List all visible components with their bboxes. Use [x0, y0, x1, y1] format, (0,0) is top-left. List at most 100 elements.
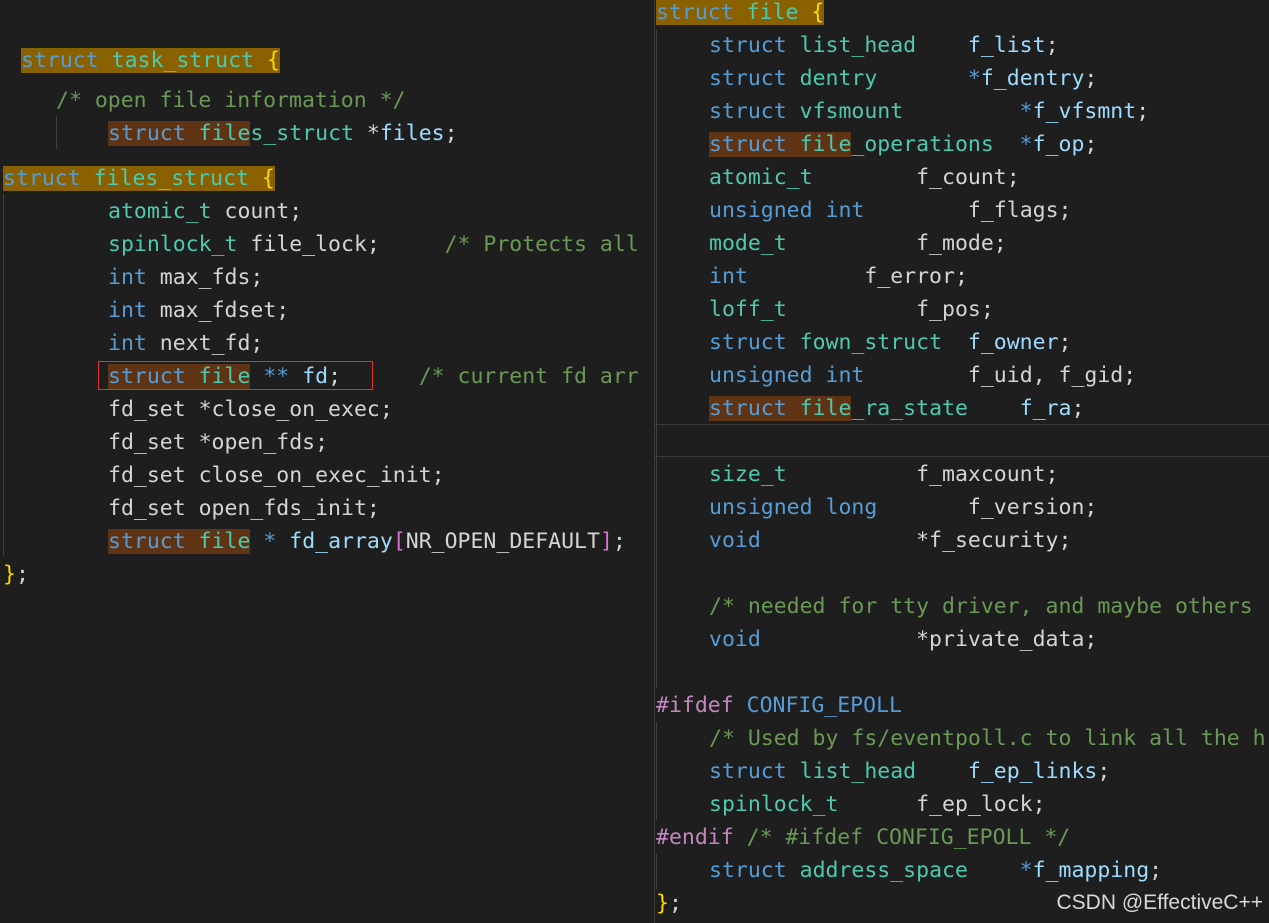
code-line: struct dentry *f_dentry;	[709, 62, 1097, 95]
code-line: #endif /* #ifdef CONFIG_EPOLL */	[656, 821, 1070, 854]
code-token: #ifdef	[656, 693, 734, 718]
code-token: max_fds;	[146, 265, 264, 290]
code-token: files	[379, 121, 445, 146]
code-token: /* needed for tty driver, and maybe othe…	[709, 594, 1253, 619]
code-line: fd_set close_on_exec_init;	[108, 459, 445, 492]
code-line: atomic_t f_count;	[709, 161, 1020, 194]
code-token: files_struct	[93, 166, 249, 191]
code-token: *f_security;	[760, 528, 1072, 553]
code-token: }	[3, 562, 16, 587]
code-token: f_ep_lock;	[838, 792, 1046, 817]
code-token: #endif	[656, 825, 734, 850]
code-token: void	[709, 627, 761, 652]
code-token	[80, 166, 94, 191]
code-token: address_space	[799, 858, 968, 883]
code-token: count;	[211, 199, 303, 224]
code-token: struct	[21, 48, 99, 73]
code-token: loff_t	[709, 297, 787, 322]
code-token: unsigned	[709, 198, 813, 223]
code-line: spinlock_t file_lock; /* Protects all	[108, 228, 639, 261]
code-token: next_fd;	[146, 331, 264, 356]
code-token: file	[198, 529, 251, 554]
code-line: fd_set *open_fds;	[108, 426, 328, 459]
code-token: ;	[612, 529, 626, 554]
indent-guide	[56, 116, 57, 149]
code-token: vfsmount	[799, 99, 904, 124]
code-token: struct	[709, 858, 787, 883]
code-line: unsigned long f_version;	[709, 491, 1097, 524]
code-token: f_vfsmnt	[1032, 99, 1137, 124]
code-line: struct files_struct {	[3, 162, 275, 195]
code-token: task_struct	[111, 48, 255, 73]
code-token: ;	[1097, 759, 1111, 784]
code-token: f_version;	[877, 495, 1098, 520]
code-token: /* #ifdef CONFIG_EPOLL */	[746, 825, 1071, 850]
right-editor-pane[interactable]: struct file { struct list_head f_list; s…	[655, 0, 1269, 923]
code-token: int	[108, 331, 147, 356]
code-token: f_flags;	[864, 198, 1072, 223]
code-token: long	[825, 495, 878, 520]
code-token: void	[709, 528, 761, 553]
code-line: struct fown_struct f_owner;	[709, 326, 1071, 359]
code-line: size_t f_maxcount;	[709, 458, 1059, 491]
code-token: file_lock;	[237, 232, 445, 257]
code-token: _ra_state	[851, 396, 968, 421]
code-token	[185, 529, 199, 554]
code-token: f_uid, f_gid;	[864, 363, 1137, 388]
current-line-highlight	[655, 424, 1269, 457]
code-token: f_list	[967, 33, 1046, 58]
code-token: int	[709, 264, 748, 289]
code-token: list_head	[799, 759, 917, 784]
code-token: fd_set open_fds_init;	[108, 496, 380, 521]
code-token: ;	[1058, 330, 1072, 355]
code-token: ;	[444, 121, 458, 146]
code-token: *	[250, 529, 290, 554]
code-line: struct file * fd_array[NR_OPEN_DEFAULT];	[108, 525, 626, 558]
code-token: unsigned	[709, 363, 813, 388]
code-line: struct files_struct *files;	[108, 117, 458, 150]
code-token: fd_set *close_on_exec;	[108, 397, 393, 422]
code-token: *	[353, 121, 380, 146]
code-token: f_op	[1032, 132, 1085, 157]
code-token: f_pos;	[786, 297, 994, 322]
indent-guide	[656, 30, 657, 688]
code-token: file	[746, 0, 799, 25]
code-line: };	[3, 558, 29, 591]
code-token	[248, 166, 262, 191]
code-token: struct	[709, 99, 787, 124]
code-token: ;	[1149, 858, 1163, 883]
left-editor-pane[interactable]: struct task_struct { /* open file inform…	[0, 0, 655, 923]
code-token: f_error;	[747, 264, 968, 289]
code-token: ]	[599, 529, 613, 554]
code-token: struct	[108, 529, 186, 554]
code-token: ;	[1071, 396, 1085, 421]
code-line: #ifdef CONFIG_EPOLL	[656, 689, 902, 722]
code-token: {	[261, 166, 275, 191]
code-token: _operations	[851, 132, 994, 157]
code-token: struct	[656, 0, 734, 25]
code-token: max_fdset;	[146, 298, 290, 323]
code-token: s_struct	[250, 121, 354, 146]
code-token: struct	[709, 396, 787, 421]
code-line: fd_set open_fds_init;	[108, 492, 380, 525]
code-token: f_mapping	[1032, 858, 1150, 883]
code-token: int	[108, 298, 147, 323]
code-token: struct	[709, 33, 787, 58]
code-token	[98, 48, 112, 73]
code-token: /* Used by fs/eventpoll.c to link all th…	[709, 726, 1266, 751]
code-token: fd_set *open_fds;	[108, 430, 329, 455]
code-token: atomic_t	[709, 165, 813, 190]
indent-guide	[656, 854, 657, 889]
code-token: mode_t	[709, 231, 787, 256]
code-token: {	[266, 48, 280, 73]
code-line: int max_fdset;	[108, 294, 289, 327]
